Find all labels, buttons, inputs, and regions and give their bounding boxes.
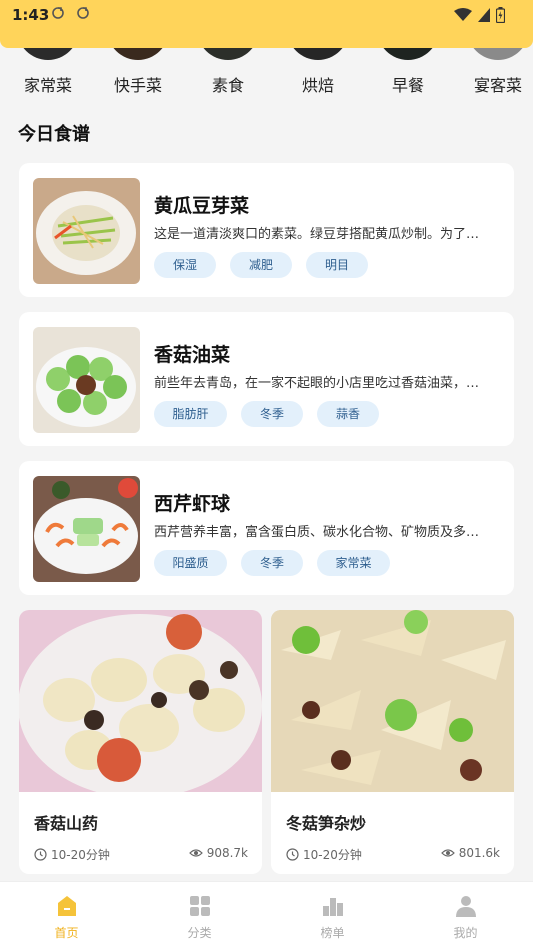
- nav-tab-ranking[interactable]: 榜单: [266, 882, 399, 948]
- nav-label: 分类: [187, 926, 212, 940]
- category-label: 早餐: [391, 76, 424, 95]
- recipe-title: 香菇油菜: [154, 344, 231, 366]
- wifi-icon: [454, 8, 472, 21]
- cook-time-label: 10-20分钟: [51, 848, 110, 862]
- category-label: 素食: [211, 76, 244, 95]
- grid-recipe-image: [271, 610, 514, 792]
- clock-icon: [34, 848, 47, 861]
- view-count-label: 908.7k: [206, 846, 248, 860]
- clock-icon: [286, 848, 299, 861]
- recipe-tag[interactable]: 蒜香: [317, 401, 379, 427]
- cook-time: 10-20分钟: [286, 846, 362, 863]
- eye-icon: [188, 849, 203, 857]
- home-icon: [57, 896, 76, 916]
- cook-time: 10-20分钟: [34, 846, 110, 863]
- battery-icon: [496, 7, 505, 23]
- sync-icon: [52, 7, 64, 19]
- user-icon: [455, 896, 476, 917]
- recipe-thumbnail: [33, 178, 140, 284]
- category-label: 宴客菜: [473, 76, 522, 95]
- view-count: 801.6k: [440, 846, 500, 860]
- section-title: 今日食谱: [18, 124, 90, 145]
- grid-recipe-image: [19, 610, 262, 792]
- nav-label: 首页: [54, 926, 79, 940]
- recipe-card[interactable]: 香菇油菜 前些年去青岛，在一家不起眼的小店里吃过香菇油菜，… 脂肪肝 冬季 蒜香: [19, 312, 514, 446]
- bottom-nav: 首页 分类 榜单 我的: [0, 881, 533, 948]
- recipe-tag[interactable]: 脂肪肝: [154, 401, 227, 427]
- category-label: 烘焙: [301, 76, 334, 95]
- grid-recipe-title: 冬菇笋杂炒: [286, 814, 367, 833]
- grid-icon: [189, 896, 210, 916]
- cook-time-label: 10-20分钟: [303, 848, 362, 862]
- recipe-tag[interactable]: 阳盛质: [154, 550, 227, 576]
- sync-icon: [77, 7, 89, 19]
- recipe-description: 这是一道清淡爽口的素菜。绿豆芽搭配黄瓜炒制。为了…: [154, 227, 480, 242]
- recipe-thumbnail: [33, 327, 140, 433]
- status-time: 1:43: [12, 6, 50, 24]
- recipe-tag[interactable]: 减肥: [230, 252, 292, 278]
- status-bar: 1:43: [0, 0, 533, 48]
- recipe-thumbnail: [33, 476, 140, 582]
- recipe-title: 西芹虾球: [154, 493, 231, 515]
- nav-tab-home[interactable]: 首页: [0, 882, 133, 948]
- recipe-tag[interactable]: 保湿: [154, 252, 216, 278]
- signal-icon: [478, 8, 490, 22]
- grid-recipe-card[interactable]: 冬菇笋杂炒 10-20分钟 801.6k: [271, 610, 514, 874]
- recipe-card[interactable]: 黄瓜豆芽菜 这是一道清淡爽口的素菜。绿豆芽搭配黄瓜炒制。为了… 保湿 减肥 明目: [19, 163, 514, 297]
- category-label: 家常菜: [23, 76, 72, 95]
- view-count: 908.7k: [188, 846, 248, 860]
- grid-recipe-card[interactable]: 香菇山药 10-20分钟 908.7k: [19, 610, 262, 874]
- eye-icon: [440, 849, 455, 857]
- recipe-title: 黄瓜豆芽菜: [154, 195, 250, 217]
- nav-tab-profile[interactable]: 我的: [399, 882, 532, 948]
- recipe-tag[interactable]: 冬季: [241, 550, 303, 576]
- recipe-description: 前些年去青岛，在一家不起眼的小店里吃过香菇油菜，…: [154, 376, 480, 391]
- nav-label: 我的: [453, 926, 478, 940]
- nav-tab-category[interactable]: 分类: [133, 882, 266, 948]
- nav-label: 榜单: [320, 926, 345, 940]
- recipe-card[interactable]: 西芹虾球 西芹营养丰富，富含蛋白质、碳水化合物、矿物质及多… 阳盛质 冬季 家常…: [19, 461, 514, 595]
- recipe-tag[interactable]: 冬季: [241, 401, 303, 427]
- view-count-label: 801.6k: [458, 846, 500, 860]
- recipe-description: 西芹营养丰富，富含蛋白质、碳水化合物、矿物质及多…: [154, 525, 480, 540]
- category-label: 快手菜: [113, 76, 162, 95]
- recipe-tag[interactable]: 家常菜: [317, 550, 390, 576]
- recipe-tag[interactable]: 明目: [306, 252, 368, 278]
- grid-recipe-title: 香菇山药: [34, 814, 99, 833]
- ranking-icon: [322, 898, 343, 916]
